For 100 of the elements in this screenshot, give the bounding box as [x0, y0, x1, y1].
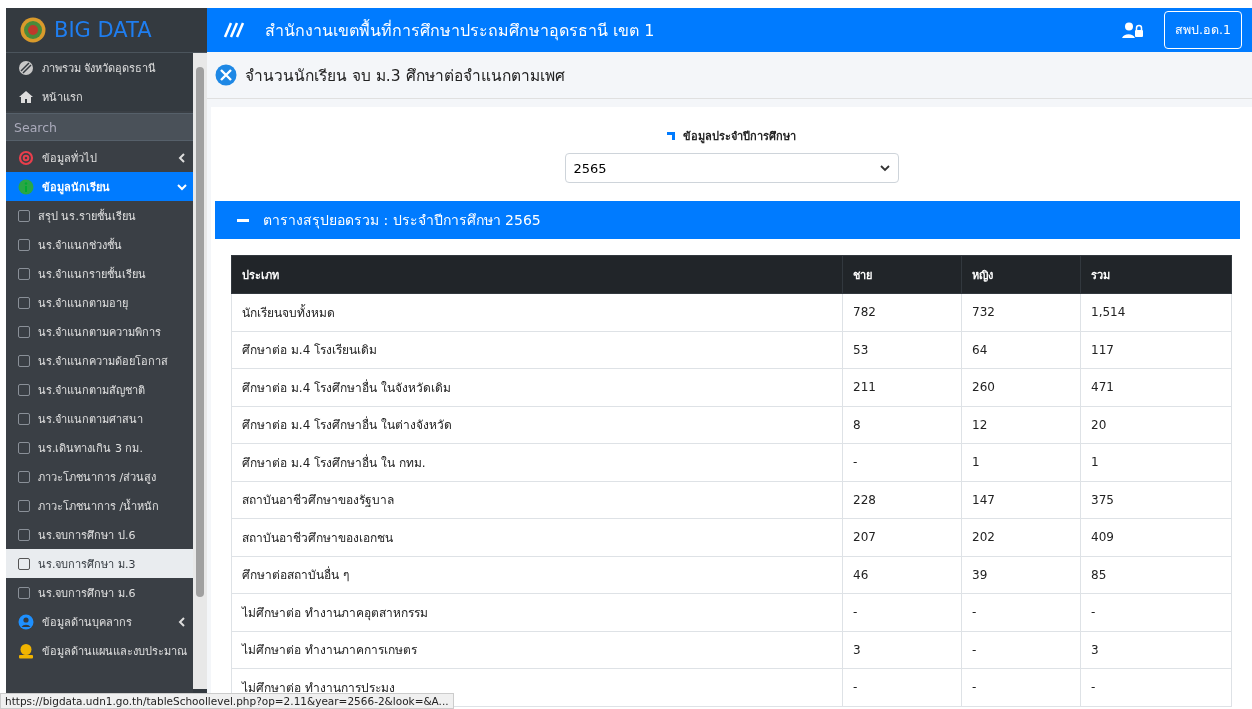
collapse-icon[interactable] [237, 218, 249, 222]
sidebar-menu-item[interactable]: ข้อมูลด้านแผนและงบประมาณ [6, 636, 193, 665]
sidebar-subitem[interactable]: ภาวะโภชนาการ /ส่วนสูง [6, 462, 193, 491]
emblem-logo [20, 17, 46, 43]
sidebar-subitem[interactable]: ภาวะโภชนาการ /น้ำหนัก [6, 491, 193, 520]
at-sign-icon [18, 149, 34, 166]
search-field[interactable]: Search [6, 113, 193, 141]
user-button[interactable]: สพป.อด.1 [1164, 11, 1242, 49]
square-icon [18, 209, 30, 222]
square-icon [18, 441, 30, 454]
table-cell: 471 [1080, 368, 1232, 406]
sidebar-menu-item[interactable]: ข้อมูลนักเรียน [6, 172, 193, 201]
table-cell: 202 [961, 518, 1081, 556]
scrollbar[interactable] [193, 53, 207, 689]
brand-name: BIG DATA [54, 18, 152, 42]
sidebar-menu-item[interactable]: ข้อมูลทั่วไป [6, 143, 193, 172]
table-cell: 211 [842, 368, 962, 406]
table-cell: 1,514 [1080, 293, 1232, 331]
column-header: รวม [1080, 255, 1232, 294]
table-cell: สถาบันอาชีวศึกษาของเอกชน [231, 518, 843, 556]
table-cell: 46 [842, 556, 962, 594]
square-icon [18, 586, 30, 599]
square-icon [18, 528, 30, 541]
sidebar-subitem[interactable]: นร.จำแนกความด้อยโอกาส [6, 346, 193, 375]
money-icon [18, 642, 34, 659]
year-select[interactable]: 2565 [564, 153, 899, 183]
table-cell: สถาบันอาชีวศึกษาของรัฐบาล [231, 481, 843, 519]
column-header: ประเภท [231, 255, 843, 294]
table-cell: 12 [961, 406, 1081, 444]
home-icon [18, 88, 34, 105]
sidebar-menu-item[interactable]: ข้อมูลด้านบุคลากร [6, 607, 193, 636]
sidebar-subitem[interactable]: นร.จำแนกรายชั้นเรียน [6, 259, 193, 288]
table-cell: 147 [961, 481, 1081, 519]
chevron-left-icon [177, 615, 187, 628]
table-cell: 1 [961, 443, 1081, 481]
user-lock-icon[interactable] [1122, 22, 1145, 38]
caret-icon[interactable] [879, 164, 890, 172]
table-cell: 39 [961, 556, 1081, 594]
table-cell: - [842, 593, 962, 631]
sidebar-subitem[interactable]: นร.เดินทางเกิน 3 กม. [6, 433, 193, 462]
table-cell: 782 [842, 293, 962, 331]
table-cell: - [961, 668, 1081, 706]
table-cell: 8 [842, 406, 962, 444]
square-icon [18, 238, 30, 251]
table-cell: 375 [1080, 481, 1232, 519]
table-cell: 3 [842, 631, 962, 669]
square-icon [18, 557, 30, 570]
table-cell: ไม่ศึกษาต่อ ทำงานภาคการเกษตร [231, 631, 843, 669]
square-icon [18, 412, 30, 425]
square-icon [18, 296, 30, 309]
sidebar-link[interactable]: หน้าแรก [6, 82, 193, 111]
table-cell: ไม่ศึกษาต่อ ทำงานภาคอุตสาหกรรม [231, 593, 843, 631]
sidebar-subitem[interactable]: นร.จบการศึกษา ม.3 [6, 549, 193, 578]
page-title: จำนวนนักเรียน จบ ม.3 ศึกษาต่อจำแนกตามเพศ [245, 65, 565, 87]
sidebar-subitem[interactable]: นร.จำแนกตามสัญชาติ [6, 375, 193, 404]
square-icon [18, 325, 30, 338]
table-cell: 20 [1080, 406, 1232, 444]
card-title: ตารางสรุปยอดรวม : ประจำปีการศึกษา 2565 [263, 211, 541, 231]
sidebar-subitem[interactable]: นร.จบการศึกษา ป.6 [6, 520, 193, 549]
chevron-left-icon [177, 151, 187, 164]
table-cell: 53 [842, 331, 962, 369]
sidebar-subitem[interactable]: นร.จำแนกตามอายุ [6, 288, 193, 317]
table-cell: ศึกษาต่อ ม.4 โรงศึกษาอื่น ใน กทม. [231, 443, 843, 481]
table-cell: ศึกษาต่อ ม.4 โรงศึกษาอื่น ในต่างจังหวัด [231, 406, 843, 444]
sidebar-subitem[interactable]: นร.จบการศึกษา ม.6 [6, 578, 193, 607]
table-cell: 207 [842, 518, 962, 556]
table-cell: 117 [1080, 331, 1232, 369]
slashes-icon[interactable] [223, 21, 245, 39]
table-cell: - [1080, 668, 1232, 706]
sidebar-subitem[interactable]: สรุป นร.รายชั้นเรียน [6, 201, 193, 230]
info-icon [18, 178, 34, 195]
filter-label: ข้อมูลประจำปีการศึกษา [683, 129, 796, 145]
table-cell: 260 [961, 368, 1081, 406]
table-cell: 85 [1080, 556, 1232, 594]
table-cell: 409 [1080, 518, 1232, 556]
table-cell: 1 [1080, 443, 1232, 481]
sidebar-link[interactable]: ภาพรวม จังหวัดอุดรธานี [6, 53, 193, 82]
column-header: หญิง [961, 255, 1081, 294]
sidebar-subitem[interactable]: นร.จำแนกช่วงชั้น [6, 230, 193, 259]
table-cell: 64 [961, 331, 1081, 369]
sidebar-subitem[interactable]: นร.จำแนกตามความพิการ [6, 317, 193, 346]
scrollbar-thumb[interactable] [196, 67, 204, 597]
square-icon [18, 499, 30, 512]
table-cell: นักเรียนจบทั้งหมด [231, 293, 843, 331]
user-icon [18, 613, 34, 630]
table-cell: ศึกษาต่อ ม.4 โรงเรียนเดิม [231, 331, 843, 369]
table-cell: 3 [1080, 631, 1232, 669]
table-cell: - [961, 593, 1081, 631]
square-icon [18, 267, 30, 280]
sidebar-subitem[interactable]: นร.จำแนกตามศาสนา [6, 404, 193, 433]
square-icon [18, 383, 30, 396]
table-cell: ศึกษาต่อสถาบันอื่น ๆ [231, 556, 843, 594]
status-url-tooltip: https://bigdata.udn1.go.th/tableSchoollevel.php?op=2.11&year=2566-2&look=&A... [0, 693, 454, 709]
square-icon [18, 470, 30, 483]
table-cell: - [842, 443, 962, 481]
globe-icon [18, 59, 34, 76]
column-header: ชาย [842, 255, 962, 294]
table-cell: ศึกษาต่อ ม.4 โรงศึกษาอื่น ในจังหวัดเดิม [231, 368, 843, 406]
table-cell: 228 [842, 481, 962, 519]
table-cell: 732 [961, 293, 1081, 331]
